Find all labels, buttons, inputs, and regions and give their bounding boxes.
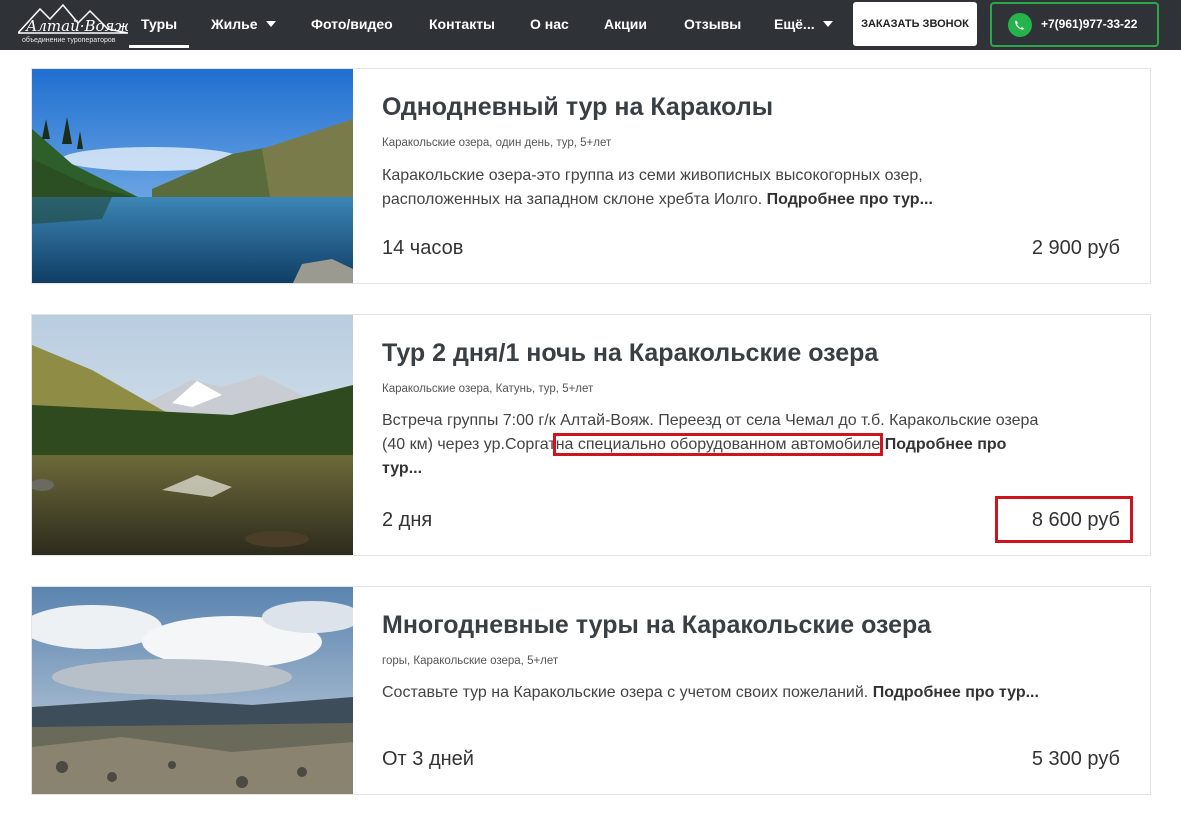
tour-description-line: расположенных на западном склоне хребта …	[382, 191, 763, 208]
logo-mountains-icon: Алтай·Вояж	[16, 3, 132, 35]
nav-more[interactable]: Ещё...	[774, 0, 833, 50]
order-call-button[interactable]: ЗАКАЗАТЬ ЗВОНОК	[853, 2, 977, 46]
nav-photo-video-label: Фото/видео	[311, 16, 393, 32]
tour-duration: 14 часов	[382, 237, 464, 259]
nav-promotions-label: Акции	[604, 16, 647, 32]
tour-tags[interactable]: Каракольские озера, Катунь, тур, 5+лет	[382, 383, 593, 395]
nav-reviews[interactable]: Отзывы	[684, 0, 741, 50]
tour-title[interactable]: Однодневный тур на Караколы	[382, 93, 773, 122]
tour-description: Составьте тур на Каракольские озера с уч…	[382, 681, 1122, 705]
tour-price: 2 900 руб	[1031, 237, 1120, 259]
tour-description: Встреча группы 7:00 г/к Алтай-Вояж. Пере…	[382, 409, 1122, 481]
nav-contacts[interactable]: Контакты	[429, 0, 495, 50]
read-more-link[interactable]: тур...	[382, 460, 422, 477]
top-navbar: Алтай·Вояж объединение туроператоров Тур…	[0, 0, 1181, 50]
tour-title[interactable]: Тур 2 дня/1 ночь на Каракольские озера	[382, 339, 878, 368]
tour-price: 5 300 руб	[1031, 748, 1120, 770]
read-more-link[interactable]: Подробнее про тур...	[873, 684, 1039, 701]
nav-tours[interactable]: Туры	[128, 0, 190, 50]
tour-description-line: Каракольские озера-это группа из семи жи…	[382, 167, 923, 184]
tour-description-line: (40 км) через ур.Соргат	[382, 436, 556, 453]
nav-tours-label: Туры	[141, 16, 178, 32]
tour-tags[interactable]: Каракольские озера, один день, тур, 5+ле…	[382, 137, 611, 149]
nav-more-label: Ещё...	[774, 16, 815, 32]
nav-about-label: О нас	[530, 16, 569, 32]
tour-photo-lake[interactable]	[32, 69, 353, 283]
read-more-link[interactable]: Подробнее про	[885, 436, 1007, 453]
tour-description: Каракольские озера-это группа из семи жи…	[382, 164, 1122, 212]
tour-card[interactable]: Однодневный тур на Караколы Каракольские…	[31, 68, 1151, 284]
tour-photo-highlands[interactable]	[32, 587, 353, 794]
tour-description-line: Встреча группы 7:00 г/к Алтай-Вояж. Пере…	[382, 412, 1039, 429]
chevron-down-icon	[822, 21, 833, 28]
nav-about[interactable]: О нас	[530, 0, 569, 50]
tour-title[interactable]: Многодневные туры на Каракольские озера	[382, 611, 931, 640]
svg-text:Алтай·Вояж: Алтай·Вояж	[25, 17, 128, 35]
nav-reviews-label: Отзывы	[684, 16, 742, 32]
logo-subtitle: объединение туроператоров	[22, 37, 116, 44]
nav-photo-video[interactable]: Фото/видео	[311, 0, 393, 50]
price-highlight-box	[995, 496, 1133, 543]
nav-housing[interactable]: Жилье	[211, 0, 276, 50]
tour-description-line: Составьте тур на Каракольские озера с уч…	[382, 684, 869, 701]
whatsapp-phone-button[interactable]: +7(961)977-33-22	[990, 2, 1159, 47]
tour-card[interactable]: Многодневные туры на Каракольские озера …	[31, 586, 1151, 795]
tour-tags[interactable]: горы, Каракольские озера, 5+лет	[382, 655, 558, 667]
nav-contacts-label: Контакты	[429, 16, 496, 32]
tour-photo-mountain-lake[interactable]	[32, 315, 353, 555]
tour-card[interactable]: Тур 2 дня/1 ночь на Каракольские озера К…	[31, 314, 1151, 556]
highlighted-phrase: на специально оборудованном автомобиле	[552, 433, 884, 456]
whatsapp-icon	[1008, 13, 1032, 37]
read-more-link[interactable]: Подробнее про тур...	[767, 191, 933, 208]
phone-number: +7(961)977-33-22	[1041, 17, 1138, 31]
chevron-down-icon	[265, 21, 276, 28]
nav-promotions[interactable]: Акции	[604, 0, 647, 50]
tour-duration: От 3 дней	[382, 748, 474, 770]
tour-duration: 2 дня	[382, 509, 433, 531]
logo[interactable]: Алтай·Вояж объединение туроператоров	[16, 3, 132, 47]
nav-housing-label: Жилье	[211, 16, 258, 32]
